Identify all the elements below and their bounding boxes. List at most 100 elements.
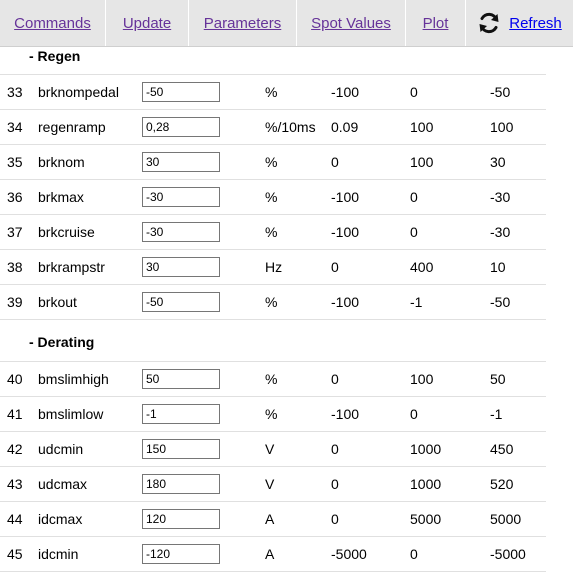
param-value-cell — [142, 187, 220, 207]
param-value-cell — [142, 222, 220, 242]
nav-cell-spot-values: Spot Values — [297, 0, 406, 46]
param-value-input[interactable] — [142, 439, 220, 459]
param-value-cell — [142, 509, 220, 529]
nav-cell-refresh: Refresh — [466, 0, 573, 46]
param-name: brknom — [38, 154, 85, 170]
parameters-link[interactable]: Parameters — [204, 15, 282, 32]
param-unit: % — [265, 154, 278, 170]
param-max: 0 — [410, 224, 418, 240]
param-name: brkout — [38, 294, 77, 310]
param-default: -30 — [490, 224, 511, 240]
param-value-cell — [142, 152, 220, 172]
param-number: 41 — [7, 406, 23, 422]
param-default: 100 — [490, 119, 514, 135]
table-row: 44 idcmax A 0 5000 5000 — [0, 501, 546, 536]
table-row: 42 udcmin V 0 1000 450 — [0, 431, 546, 466]
param-value-input[interactable] — [142, 257, 220, 277]
param-min: 0 — [331, 259, 339, 275]
param-name: brkmax — [38, 189, 84, 205]
section-title: - Derating — [29, 334, 95, 350]
param-value-input[interactable] — [142, 152, 220, 172]
param-default: -5000 — [490, 546, 526, 562]
refresh-link[interactable]: Refresh — [509, 15, 562, 32]
update-link[interactable]: Update — [123, 15, 171, 32]
param-value-input[interactable] — [142, 404, 220, 424]
param-value-input[interactable] — [142, 82, 220, 102]
param-max: 1000 — [410, 476, 442, 492]
parameter-table: - Regen 33 brknompedal % -100 0 -50 34 r… — [0, 47, 573, 572]
table-row: 43 udcmax V 0 1000 520 — [0, 466, 546, 501]
param-default: 10 — [490, 259, 506, 275]
param-number: 44 — [7, 511, 23, 527]
param-name: udcmin — [38, 441, 84, 457]
table-row: 45 idcmin A -5000 0 -5000 — [0, 536, 546, 572]
param-number: 34 — [7, 119, 23, 135]
table-row: 39 brkout % -100 -1 -50 — [0, 284, 546, 320]
param-number: 40 — [7, 371, 23, 387]
param-number: 36 — [7, 189, 23, 205]
param-value-cell — [142, 292, 220, 312]
param-min: 0 — [331, 371, 339, 387]
table-row: 40 bmslimhigh % 0 100 50 — [0, 362, 546, 396]
section-header-derating: - Derating — [0, 320, 546, 362]
param-default: -30 — [490, 189, 511, 205]
param-value-cell — [142, 257, 220, 277]
table-row: 41 bmslimlow % -100 0 -1 — [0, 396, 546, 431]
param-name: brkrampstr — [38, 259, 105, 275]
refresh-icon[interactable] — [477, 11, 501, 35]
nav-cell-commands: Commands — [0, 0, 106, 46]
table-row: 37 brkcruise % -100 0 -30 — [0, 214, 546, 249]
param-number: 37 — [7, 224, 23, 240]
param-value-cell — [142, 544, 220, 564]
param-unit: % — [265, 371, 278, 387]
param-min: -100 — [331, 84, 360, 100]
param-value-input[interactable] — [142, 509, 220, 529]
param-unit: V — [265, 441, 275, 457]
param-min: -100 — [331, 294, 360, 310]
param-max: -1 — [410, 294, 423, 310]
param-min: -5000 — [331, 546, 367, 562]
param-value-input[interactable] — [142, 222, 220, 242]
param-number: 45 — [7, 546, 23, 562]
param-min: -100 — [331, 189, 360, 205]
param-max: 100 — [410, 371, 434, 387]
param-max: 400 — [410, 259, 434, 275]
param-default: -50 — [490, 294, 511, 310]
top-navigation-bar: Commands Update Parameters Spot Values P… — [0, 0, 573, 47]
section-header-regen: - Regen — [0, 47, 573, 74]
param-number: 42 — [7, 441, 23, 457]
param-max: 0 — [410, 406, 418, 422]
param-unit: A — [265, 546, 275, 562]
param-unit: % — [265, 406, 278, 422]
param-max: 0 — [410, 189, 418, 205]
param-value-cell — [142, 369, 220, 389]
param-value-cell — [142, 404, 220, 424]
param-unit: %/10ms — [265, 119, 316, 135]
param-value-input[interactable] — [142, 474, 220, 494]
param-unit: % — [265, 224, 278, 240]
table-row: 38 brkrampstr Hz 0 400 10 — [0, 249, 546, 284]
nav-cell-plot: Plot — [406, 0, 466, 46]
table-row: 36 brkmax % -100 0 -30 — [0, 179, 546, 214]
param-value-input[interactable] — [142, 292, 220, 312]
param-name: bmslimhigh — [38, 371, 109, 387]
param-value-input[interactable] — [142, 369, 220, 389]
param-value-input[interactable] — [142, 117, 220, 137]
section-title: - Regen — [29, 48, 81, 64]
param-default: 30 — [490, 154, 506, 170]
param-name: bmslimlow — [38, 406, 104, 422]
param-value-input[interactable] — [142, 544, 220, 564]
commands-link[interactable]: Commands — [14, 15, 91, 32]
param-number: 39 — [7, 294, 23, 310]
plot-link[interactable]: Plot — [423, 15, 449, 32]
param-max: 100 — [410, 119, 434, 135]
param-default: -50 — [490, 84, 511, 100]
param-default: 520 — [490, 476, 514, 492]
spot-values-link[interactable]: Spot Values — [311, 15, 391, 32]
param-default: 50 — [490, 371, 506, 387]
param-value-input[interactable] — [142, 187, 220, 207]
param-default: -1 — [490, 406, 503, 422]
param-max: 1000 — [410, 441, 442, 457]
param-min: 0 — [331, 154, 339, 170]
nav-cell-update: Update — [106, 0, 189, 46]
